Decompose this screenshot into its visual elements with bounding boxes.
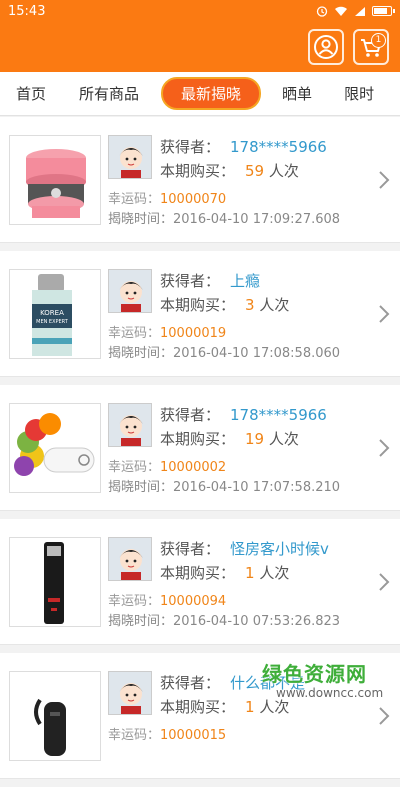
category-tabs: 首页 所有商品 最新揭晓 晒单 限时 bbox=[0, 72, 400, 116]
lucky-label: 幸运码： bbox=[108, 594, 161, 609]
alarm-icon bbox=[316, 6, 328, 17]
bought-label: 本期购买： bbox=[160, 698, 236, 716]
list-item[interactable]: 获得者： 怪房客小时候v 本期购买： 1 人次 幸运码：10000094 揭晓时间：… bbox=[0, 519, 400, 645]
watermark-url: www.downcc.com bbox=[276, 686, 384, 700]
watermark: 绿色资源网 www.downcc.com bbox=[262, 658, 400, 711]
times-unit: 人次 bbox=[259, 296, 290, 314]
winner-label: 获得者： bbox=[160, 406, 221, 424]
avatar[interactable] bbox=[108, 671, 152, 715]
winner-name[interactable]: 178****5966 bbox=[230, 406, 327, 424]
tab-show-orders[interactable]: 晒单 bbox=[282, 83, 312, 104]
cart-badge: 1 bbox=[371, 33, 386, 48]
lucky-code: 10000094 bbox=[160, 594, 227, 609]
bought-label: 本期购买： bbox=[160, 162, 236, 180]
reveal-time: 2016-04-10 17:08:58.060 bbox=[173, 346, 341, 361]
reveal-time: 2016-04-10 17:09:27.608 bbox=[173, 212, 341, 227]
avatar[interactable] bbox=[108, 537, 152, 581]
battery-icon bbox=[372, 6, 395, 16]
avatar[interactable] bbox=[108, 269, 152, 313]
chevron-right-icon[interactable] bbox=[377, 303, 391, 325]
bought-count: 59 bbox=[245, 162, 265, 180]
winner-label: 获得者： bbox=[160, 138, 221, 156]
lucky-code: 10000019 bbox=[160, 326, 227, 341]
reveal-time-label: 揭晓时间： bbox=[108, 614, 174, 629]
app-header: 1 bbox=[0, 22, 400, 72]
list-item[interactable]: 获得者： 178****5966 本期购买： 19 人次 幸运码：10000002 … bbox=[0, 385, 400, 511]
bought-count: 1 bbox=[245, 698, 255, 716]
winner-name[interactable]: 178****5966 bbox=[230, 138, 327, 156]
bought-count: 1 bbox=[245, 564, 255, 582]
status-time: 15:43 bbox=[8, 3, 46, 19]
user-icon bbox=[314, 35, 338, 59]
lucky-code: 10000015 bbox=[160, 728, 227, 743]
wifi-icon bbox=[335, 6, 347, 16]
status-bar: 15:43 bbox=[0, 0, 400, 22]
reveal-time-label: 揭晓时间： bbox=[108, 480, 174, 495]
lucky-label: 幸运码： bbox=[108, 728, 161, 743]
tab-all-products[interactable]: 所有商品 bbox=[79, 83, 139, 104]
product-image-usb-flash-drive[interactable] bbox=[9, 537, 101, 627]
cart-button[interactable]: 1 bbox=[353, 29, 389, 65]
chevron-right-icon[interactable] bbox=[377, 169, 391, 191]
times-unit: 人次 bbox=[268, 162, 299, 180]
svg-text:MEN EXPERT: MEN EXPERT bbox=[36, 319, 69, 325]
tab-home[interactable]: 首页 bbox=[16, 83, 46, 104]
reveal-time: 2016-04-10 07:53:26.823 bbox=[173, 614, 341, 629]
product-image-usb-drive-colorful[interactable] bbox=[9, 403, 101, 493]
tab-latest-revealed[interactable]: 最新揭晓 bbox=[161, 77, 262, 110]
lucky-label: 幸运码： bbox=[108, 326, 161, 341]
winner-label: 获得者： bbox=[160, 674, 221, 692]
bought-label: 本期购买： bbox=[160, 564, 236, 582]
user-button[interactable] bbox=[308, 29, 344, 65]
svg-text:KOREA: KOREA bbox=[40, 309, 64, 317]
winner-name[interactable]: 怪房客小时候v bbox=[230, 540, 329, 558]
bought-count: 19 bbox=[245, 430, 265, 448]
product-image-lunch-box[interactable] bbox=[9, 135, 101, 225]
reveal-time-label: 揭晓时间： bbox=[108, 212, 174, 227]
lucky-label: 幸运码： bbox=[108, 192, 161, 207]
product-image-lotion[interactable]: KOREA MEN EXPERT bbox=[9, 269, 101, 359]
watermark-title: 绿色资源网 bbox=[262, 662, 367, 686]
times-unit: 人次 bbox=[268, 430, 299, 448]
signal-icon bbox=[355, 6, 365, 16]
times-unit: 人次 bbox=[259, 564, 290, 582]
chevron-right-icon[interactable] bbox=[377, 571, 391, 593]
reveal-time: 2016-04-10 17:07:58.210 bbox=[173, 480, 341, 495]
tab-limited[interactable]: 限时 bbox=[344, 83, 374, 104]
avatar[interactable] bbox=[108, 403, 152, 447]
bought-count: 3 bbox=[245, 296, 255, 314]
list-item[interactable]: KOREA MEN EXPERT 获得者： 上瘾 本期购买： 3 人次 幸运码：10… bbox=[0, 251, 400, 377]
winner-label: 获得者： bbox=[160, 272, 221, 290]
reveal-time-label: 揭晓时间： bbox=[108, 346, 174, 361]
winner-name[interactable]: 上瘾 bbox=[230, 272, 260, 290]
lucky-label: 幸运码： bbox=[108, 460, 161, 475]
lucky-code: 10000002 bbox=[160, 460, 227, 475]
bought-label: 本期购买： bbox=[160, 430, 236, 448]
product-image-bluetooth-headset[interactable] bbox=[9, 671, 101, 761]
status-icons bbox=[316, 5, 395, 17]
bought-label: 本期购买： bbox=[160, 296, 236, 314]
winner-label: 获得者： bbox=[160, 540, 221, 558]
chevron-right-icon[interactable] bbox=[377, 437, 391, 459]
list-item[interactable]: 获得者： 178****5966 本期购买： 59 人次 幸运码：10000070 … bbox=[0, 117, 400, 243]
avatar[interactable] bbox=[108, 135, 152, 179]
lucky-code: 10000070 bbox=[160, 192, 227, 207]
